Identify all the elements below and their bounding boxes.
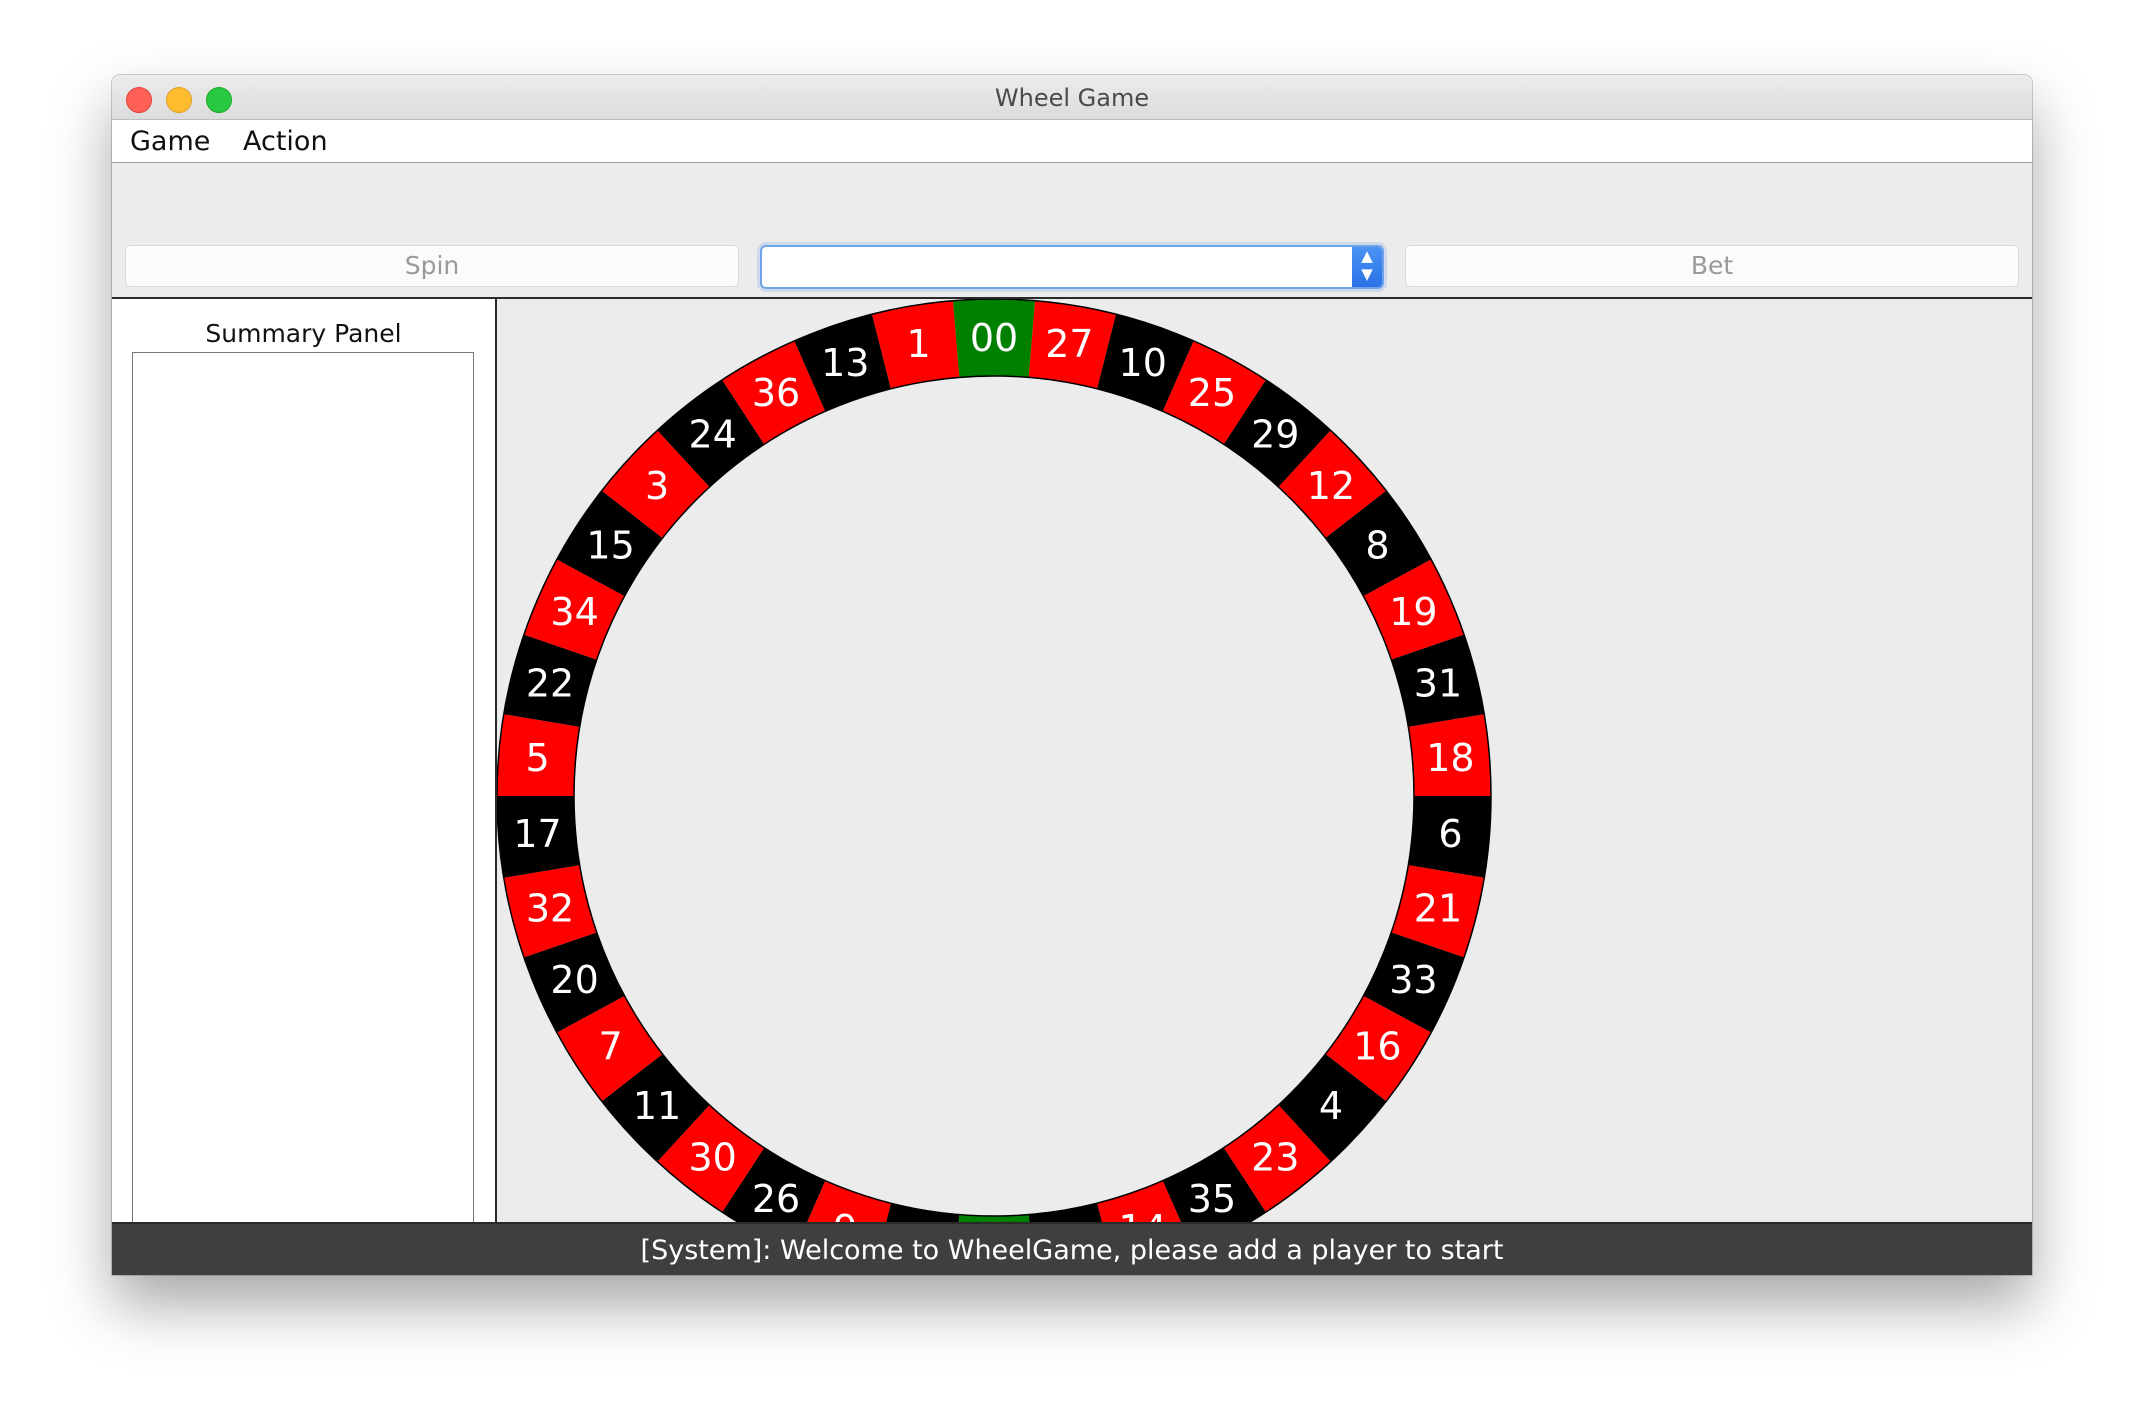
summary-panel-title: Summary Panel (205, 319, 402, 348)
wheel-slot-number: 27 (1045, 322, 1093, 366)
roulette-wheel: 0027102529128193118621331642335142028926… (497, 299, 1492, 1275)
status-bar: [System]: Welcome to WheelGame, please a… (112, 1222, 2032, 1275)
wheel-slot-number: 00 (970, 316, 1018, 360)
wheel-slot-number: 36 (752, 371, 800, 415)
wheel-slot-number: 32 (526, 886, 574, 930)
wheel-slot-number: 34 (550, 590, 598, 634)
menu-game[interactable]: Game (130, 126, 210, 157)
wheel-slot-number: 33 (1389, 958, 1437, 1002)
wheel-slot-number: 15 (586, 523, 634, 567)
wheel-slot-number: 6 (1438, 812, 1462, 856)
wheel-slot-number: 24 (689, 413, 737, 457)
menu-action[interactable]: Action (243, 126, 328, 157)
wheel-slot-number: 21 (1414, 886, 1462, 930)
wheel-slot-number: 19 (1389, 590, 1437, 634)
wheel-slot-number: 35 (1188, 1177, 1236, 1221)
wheel-slot-number: 25 (1188, 371, 1236, 415)
wheel-slot-number: 18 (1426, 736, 1474, 780)
wheel-slot-number: 1 (907, 322, 931, 366)
spin-button[interactable]: Spin (125, 245, 739, 287)
wheel-slot-number: 12 (1307, 464, 1355, 508)
wheel-slot-number: 5 (525, 736, 549, 780)
wheel-slot-number: 13 (821, 341, 869, 385)
player-select-dropdown[interactable]: ▲ ▼ (760, 245, 1384, 289)
wheel-slot-number: 31 (1414, 662, 1462, 706)
summary-panel: Summary Panel (112, 299, 497, 1275)
wheel-slot-number: 8 (1365, 523, 1389, 567)
status-message: [System]: Welcome to WheelGame, please a… (640, 1235, 1504, 1266)
wheel-slot-number: 16 (1353, 1025, 1401, 1069)
wheel-slot-number: 17 (513, 812, 561, 856)
window-title: Wheel Game (994, 84, 1150, 112)
wheel-slot-number: 26 (752, 1177, 800, 1221)
wheel-panel: 0027102529128193118621331642335142028926… (497, 299, 2032, 1275)
chevron-updown-icon[interactable]: ▲ ▼ (1352, 247, 1382, 287)
wheel-slot-number: 29 (1251, 413, 1299, 457)
menu-bar: Game Action (112, 120, 2032, 163)
wheel-slot-number: 11 (633, 1084, 681, 1128)
title-bar: Wheel Game (112, 75, 2032, 120)
app-window: Wheel Game Game Action Spin ▲ ▼ Bet Summa… (112, 75, 2032, 1275)
bet-button[interactable]: Bet (1405, 245, 2019, 287)
wheel-slot-number: 4 (1319, 1084, 1343, 1128)
summary-list (132, 352, 474, 1274)
wheel-slot-number: 22 (526, 662, 574, 706)
wheel-slot-number: 7 (598, 1025, 622, 1069)
wheel-inner-rim (573, 375, 1415, 1217)
wheel-slot-number: 23 (1251, 1135, 1299, 1179)
wheel-slot-number: 20 (550, 958, 598, 1002)
wheel-slot-number: 3 (645, 464, 669, 508)
wheel-slot-number: 30 (689, 1135, 737, 1179)
wheel-slot-number: 10 (1119, 341, 1167, 385)
